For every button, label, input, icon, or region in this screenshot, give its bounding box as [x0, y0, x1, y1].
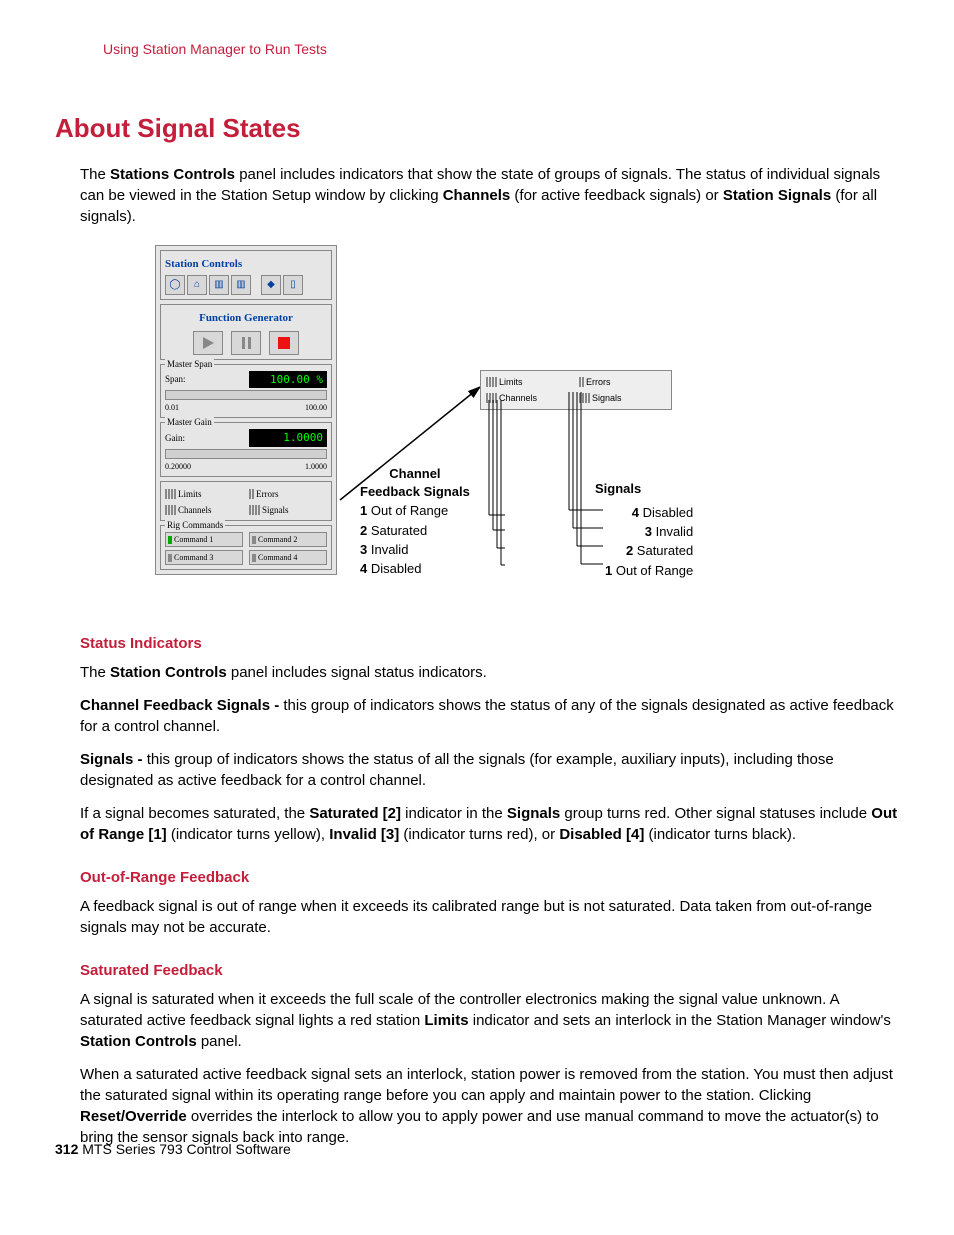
gain-slider[interactable] — [165, 449, 327, 459]
channels-indicator: Channels — [165, 504, 243, 517]
span-label: Span: — [165, 373, 186, 386]
master-span-label: Master Span — [165, 358, 214, 371]
command-4-button[interactable]: Command 4 — [249, 550, 327, 565]
toolbar-btn-4[interactable]: ▥ — [231, 275, 251, 295]
command-3-button[interactable]: Command 3 — [165, 550, 243, 565]
station-controls-panel: Station Controls ◯ ⌂ ▥ ▥ ◆ ▯ Function Ge… — [155, 245, 337, 576]
command-1-button[interactable]: Command 1 — [165, 532, 243, 547]
si-p1: The Station Controls panel includes sign… — [80, 662, 899, 683]
span-value[interactable]: 100.00 % — [249, 371, 327, 388]
figure-station-controls: Station Controls ◯ ⌂ ▥ ▥ ◆ ▯ Function Ge… — [155, 245, 899, 605]
toolbar-btn-5[interactable]: ◆ — [261, 275, 281, 295]
gain-value[interactable]: 1.0000 — [249, 429, 327, 446]
span-slider[interactable] — [165, 390, 327, 400]
sf-p1: A signal is saturated when it exceeds th… — [80, 989, 899, 1052]
signals-head: Signals — [595, 480, 641, 498]
page-footer: 312 MTS Series 793 Control Software — [55, 1140, 291, 1160]
master-gain-label: Master Gain — [165, 416, 214, 429]
stop-button[interactable] — [269, 331, 299, 355]
popup-limits: Limits — [486, 376, 573, 389]
signals-indicator: Signals — [249, 504, 327, 517]
page-title: About Signal States — [55, 110, 899, 146]
rig-commands-label: Rig Commands — [165, 519, 225, 532]
intro-paragraph: The Stations Controls panel includes ind… — [80, 164, 899, 227]
channel-feedback-callouts: Channel Feedback Signals 1 1 Out of Rang… — [360, 465, 470, 579]
toolbar-btn-1[interactable]: ◯ — [165, 275, 185, 295]
si-p4: If a signal becomes saturated, the Satur… — [80, 803, 899, 845]
signals-callouts: 4 Disabled 3 Invalid 2 Saturated 1 Out o… — [605, 503, 693, 581]
limits-indicator: Limits — [165, 488, 243, 501]
play-button[interactable] — [193, 331, 223, 355]
pause-button[interactable] — [231, 331, 261, 355]
toolbar-btn-2[interactable]: ⌂ — [187, 275, 207, 295]
panel-title: Station Controls — [165, 257, 327, 272]
sf-p2: When a saturated active feedback signal … — [80, 1064, 899, 1148]
si-p3: Signals - this group of indicators shows… — [80, 749, 899, 791]
command-2-button[interactable]: Command 2 — [249, 532, 327, 547]
status-indicators-head: Status Indicators — [80, 633, 899, 654]
popup-channels: Channels — [486, 392, 573, 405]
popup-signals: Signals — [579, 392, 666, 405]
function-generator-title: Function Generator — [165, 311, 327, 326]
breadcrumb: Using Station Manager to Run Tests — [103, 40, 899, 60]
toolbar-btn-6[interactable]: ▯ — [283, 275, 303, 295]
si-p2: Channel Feedback Signals - this group of… — [80, 695, 899, 737]
gain-label: Gain: — [165, 432, 185, 445]
saturated-feedback-head: Saturated Feedback — [80, 960, 899, 981]
oor-p: A feedback signal is out of range when i… — [80, 896, 899, 938]
errors-indicator: Errors — [249, 488, 327, 501]
out-of-range-head: Out-of-Range Feedback — [80, 867, 899, 888]
indicator-popup: Limits Errors Channels Signals — [480, 370, 672, 410]
popup-errors: Errors — [579, 376, 666, 389]
toolbar-btn-3[interactable]: ▥ — [209, 275, 229, 295]
